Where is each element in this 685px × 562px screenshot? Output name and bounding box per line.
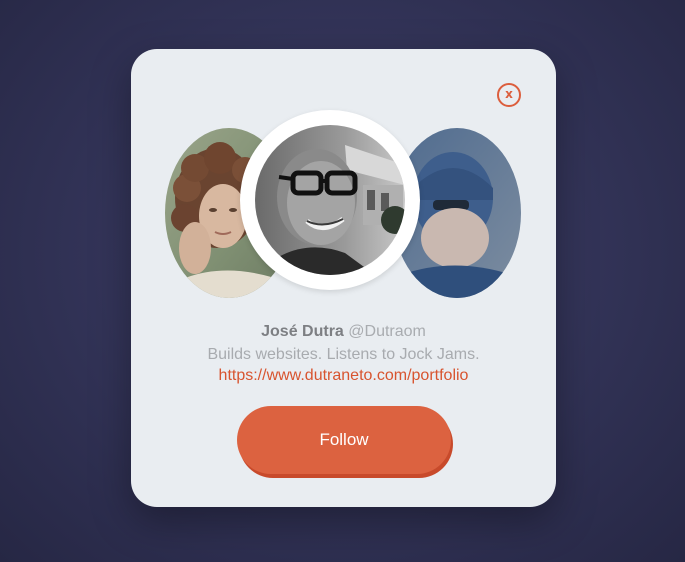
profile-handle[interactable]: @Dutraom xyxy=(348,323,426,340)
profile-card: x José Dutra @Dutraom Builds websites. L… xyxy=(131,49,556,507)
close-icon: x xyxy=(505,87,513,101)
close-button[interactable]: x xyxy=(497,83,521,107)
portfolio-link[interactable]: https://www.dutraneto.com/portfolio xyxy=(131,366,556,386)
profile-name: José Dutra xyxy=(261,323,344,340)
follow-button[interactable]: Follow xyxy=(237,406,451,474)
avatar-main[interactable] xyxy=(240,110,420,290)
profile-bio: Builds websites. Listens to Jock Jams. xyxy=(207,346,480,363)
profile-name-line: José Dutra @Dutraom xyxy=(131,322,556,342)
person-photo-icon xyxy=(255,125,405,275)
